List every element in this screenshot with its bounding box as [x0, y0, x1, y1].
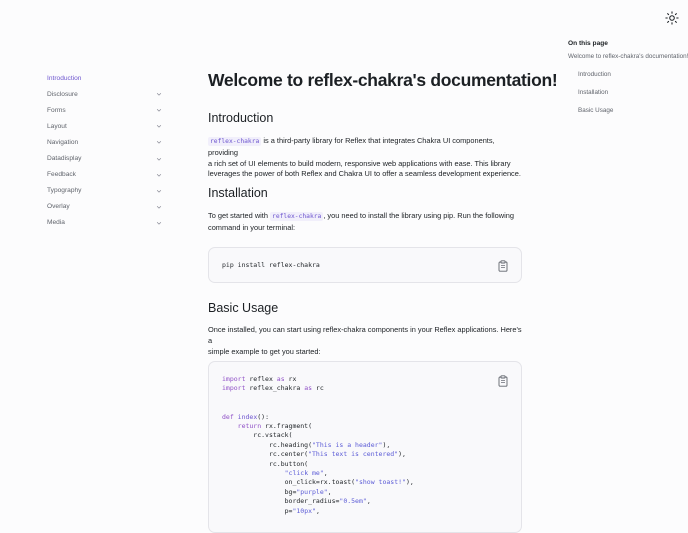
intro-paragraph: reflex-chakra is a third-party library f… [208, 136, 521, 179]
sidebar-item-label: Datadisplay [47, 155, 82, 163]
sidebar-item-introduction[interactable]: Introduction [47, 70, 162, 86]
sidebar-nav: Introduction Disclosure Forms Layout Nav… [47, 70, 162, 231]
sidebar-item-disclosure[interactable]: Disclosure [47, 86, 162, 102]
sidebar-item-layout[interactable]: Layout [47, 118, 162, 134]
page-title: Welcome to reflex-chakra's documentation… [208, 70, 558, 90]
install-paragraph: To get started with reflex-chakra, you n… [208, 211, 514, 232]
example-code: import reflex as rx import reflex_chakra… [222, 375, 414, 515]
toc-title: On this page [568, 40, 608, 47]
chevron-down-icon [156, 189, 162, 193]
example-code-block: import reflex as rx import reflex_chakra… [208, 361, 522, 533]
install-command: pip install reflex-chakra [222, 261, 320, 269]
chevron-down-icon [156, 221, 162, 225]
sidebar-item-label: Media [47, 219, 65, 227]
sidebar-item-media[interactable]: Media [47, 215, 162, 231]
chevron-down-icon [156, 205, 162, 209]
toc-item-installation[interactable]: Installation [568, 88, 688, 106]
sidebar-item-label: Forms [47, 106, 66, 114]
toc-item-welcome[interactable]: Welcome to reflex-chakra's documentation… [568, 52, 688, 70]
chevron-down-icon [156, 93, 162, 96]
sun-icon[interactable] [665, 11, 679, 25]
sidebar-item-label: Layout [47, 122, 67, 130]
usage-paragraph: Once installed, you can start using refl… [208, 325, 522, 356]
section-heading-introduction: Introduction [208, 111, 274, 125]
install-code-block: pip install reflex-chakra [208, 247, 522, 283]
sidebar-item-feedback[interactable]: Feedback [47, 167, 162, 183]
sidebar-item-typography[interactable]: Typography [47, 183, 162, 199]
sidebar-item-label: Typography [47, 187, 82, 195]
table-of-contents: On this page Welcome to reflex-chakra's … [568, 40, 688, 124]
chevron-down-icon [156, 125, 162, 128]
sidebar-item-navigation[interactable]: Navigation [47, 134, 162, 150]
sidebar-item-label: Feedback [47, 171, 76, 179]
sidebar-item-label: Overlay [47, 203, 70, 211]
sidebar-item-label: Navigation [47, 138, 79, 146]
toc-item-basic-usage[interactable]: Basic Usage [568, 106, 688, 124]
sidebar-item-label: Disclosure [47, 90, 78, 98]
chevron-down-icon [156, 141, 162, 145]
clipboard-icon[interactable] [498, 260, 508, 272]
chevron-down-icon [156, 157, 162, 161]
sidebar-item-forms[interactable]: Forms [47, 102, 162, 118]
inline-code: reflex-chakra [208, 137, 262, 146]
section-heading-basic-usage: Basic Usage [208, 301, 279, 315]
toc-item-introduction[interactable]: Introduction [568, 70, 688, 88]
chevron-down-icon [156, 109, 162, 112]
sidebar-item-label: Introduction [47, 74, 82, 82]
inline-code: reflex-chakra [270, 212, 324, 221]
clipboard-icon[interactable] [498, 375, 508, 387]
sidebar-item-datadisplay[interactable]: Datadisplay [47, 150, 162, 166]
section-heading-installation: Installation [208, 186, 268, 200]
chevron-down-icon [156, 173, 162, 177]
sidebar-item-overlay[interactable]: Overlay [47, 199, 162, 215]
